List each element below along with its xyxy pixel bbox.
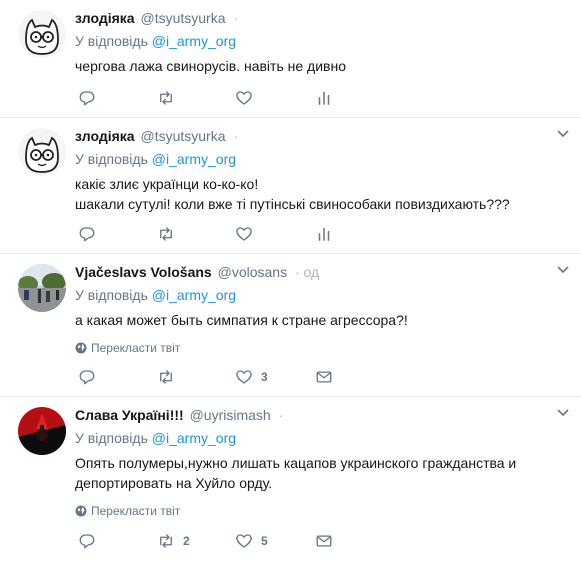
reply-button[interactable] (78, 88, 96, 108)
mention-link[interactable]: @i_army_org (152, 151, 236, 167)
reply-icon (79, 91, 95, 106)
tweet[interactable]: Слава Україні!!! @uyrisimash · У відпові… (0, 397, 581, 561)
author-name[interactable]: злодіяка (75, 10, 135, 26)
cat-glasses-avatar-icon (18, 10, 66, 58)
reply-button[interactable] (78, 367, 96, 387)
retweet-button[interactable] (157, 88, 175, 108)
replying-label: У відповідь (75, 287, 148, 303)
tweet-time[interactable]: · (233, 128, 238, 144)
message-icon (316, 535, 332, 547)
direct-message-button[interactable] (315, 531, 333, 551)
author-name[interactable]: Vjačeslavs Vološans (75, 264, 212, 280)
translate-label: Перекласти твіт (91, 341, 181, 355)
retweet-icon (160, 534, 172, 548)
cat-glasses-avatar-icon (18, 128, 66, 176)
tweet-text-line: Опять полумеры,нужно лишать кацапов укра… (75, 455, 517, 471)
tweet[interactable]: злодіяка @tsyutsyurka · У відповідь @i_a… (0, 118, 581, 254)
like-button[interactable]: 3 (235, 367, 268, 387)
tweet-text-line: какіє злиє українци ко-ко-ко! (75, 176, 259, 192)
reply-icon (79, 534, 95, 549)
analytics-icon (318, 228, 330, 241)
mention-link[interactable]: @i_army_org (152, 287, 236, 303)
mention-link[interactable]: @i_army_org (152, 430, 236, 446)
like-button[interactable] (235, 88, 253, 108)
analytics-button[interactable] (315, 88, 333, 108)
reply-button[interactable] (78, 224, 96, 244)
retweet-icon (160, 91, 172, 105)
tweet-time[interactable]: · (233, 10, 238, 26)
red-black-flag-avatar-icon (18, 407, 66, 455)
like-count: 5 (261, 534, 268, 548)
heart-icon (236, 370, 252, 384)
globe-icon (75, 342, 87, 354)
tweet-actions: 2 5 (75, 531, 355, 551)
replying-to: У відповідь @i_army_org (75, 150, 236, 168)
tweet-text-line: депортировать на Хуйло орду. (75, 475, 273, 491)
translate-tweet-link[interactable]: Перекласти твіт (75, 340, 180, 356)
tweet-feed: злодіяка @tsyutsyurka · У відповідь @i_a… (0, 0, 581, 561)
avatar[interactable] (18, 264, 66, 312)
avatar[interactable] (18, 10, 66, 58)
like-count: 3 (261, 370, 268, 384)
message-icon (316, 371, 332, 383)
author-handle[interactable]: @uyrisimash (190, 407, 271, 423)
tweet-text-line: шакали сутулі! коли вже ті путінські сви… (75, 196, 510, 212)
tweet[interactable]: Vjačeslavs Vološans @volosans · од У від… (0, 254, 581, 397)
street-photo-avatar-icon (18, 264, 66, 312)
tweet-actions: 3 (75, 367, 355, 387)
chevron-down-icon[interactable] (557, 128, 569, 140)
tweet-text: какіє злиє українци ко-ко-ко! шакали сут… (75, 174, 569, 214)
like-button[interactable]: 5 (235, 531, 268, 551)
tweet-header: злодіяка @tsyutsyurka · (75, 127, 238, 145)
tweet-time[interactable]: · (279, 407, 284, 423)
reply-button[interactable] (78, 531, 96, 551)
tweet-time[interactable]: · од (295, 264, 319, 280)
translate-tweet-link[interactable]: Перекласти твіт (75, 503, 180, 519)
like-button[interactable] (235, 224, 253, 244)
retweet-count: 2 (183, 534, 190, 548)
author-name[interactable]: Слава Україні!!! (75, 407, 184, 423)
replying-label: У відповідь (75, 430, 148, 446)
retweet-icon (160, 370, 172, 384)
chevron-down-icon[interactable] (557, 264, 569, 276)
retweet-icon (160, 227, 172, 241)
replying-to: У відповідь @i_army_org (75, 429, 236, 447)
direct-message-button[interactable] (315, 367, 333, 387)
avatar[interactable] (18, 407, 66, 455)
tweet-text: Опять полумеры,нужно лишать кацапов укра… (75, 453, 569, 493)
author-handle[interactable]: @tsyutsyurka (140, 128, 225, 144)
tweet-actions (75, 224, 355, 244)
analytics-button[interactable] (315, 224, 333, 244)
translate-label: Перекласти твіт (91, 504, 181, 518)
retweet-button[interactable] (157, 367, 175, 387)
tweet-text: чергова лажа свинорусів. навіть не дивно (75, 56, 569, 76)
replying-label: У відповідь (75, 151, 148, 167)
globe-icon (75, 505, 87, 517)
heart-icon (236, 91, 252, 105)
reply-icon (79, 370, 95, 385)
tweet-text: а какая может быть симпатия к стране агр… (75, 310, 569, 330)
tweet-text-line: а какая может быть симпатия к стране агр… (75, 312, 408, 328)
replying-to: У відповідь @i_army_org (75, 286, 236, 304)
tweet[interactable]: злодіяка @tsyutsyurka · У відповідь @i_a… (0, 0, 581, 118)
retweet-button[interactable]: 2 (157, 531, 190, 551)
avatar[interactable] (18, 128, 66, 176)
tweet-header: злодіяка @tsyutsyurka · (75, 9, 238, 27)
tweet-header: Слава Україні!!! @uyrisimash · (75, 406, 283, 424)
author-handle[interactable]: @volosans (218, 264, 287, 280)
tweet-text-line: чергова лажа свинорусів. навіть не дивно (75, 58, 346, 74)
chevron-down-icon[interactable] (557, 407, 569, 419)
tweet-actions (75, 88, 355, 108)
replying-to: У відповідь @i_army_org (75, 32, 236, 50)
replying-label: У відповідь (75, 33, 148, 49)
author-handle[interactable]: @tsyutsyurka (140, 10, 225, 26)
heart-icon (236, 534, 252, 548)
tweet-header: Vjačeslavs Vološans @volosans · од (75, 263, 319, 281)
mention-link[interactable]: @i_army_org (152, 33, 236, 49)
reply-icon (79, 227, 95, 242)
heart-icon (236, 227, 252, 241)
retweet-button[interactable] (157, 224, 175, 244)
author-name[interactable]: злодіяка (75, 128, 135, 144)
analytics-icon (318, 92, 330, 105)
